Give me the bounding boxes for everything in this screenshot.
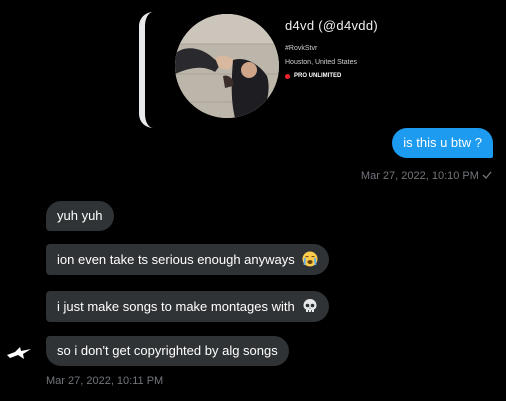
incoming-message-text: i just make songs to make montages with [57, 299, 295, 314]
check-icon [482, 171, 492, 179]
incoming-message[interactable]: i just make songs to make montages with [46, 291, 330, 322]
record-dot-icon [285, 73, 290, 79]
incoming-timestamp-text: Mar 27, 2022, 10:11 PM [46, 375, 164, 387]
loudly-crying-face-icon [302, 251, 318, 267]
profile-tag: #RovkStvr [285, 45, 318, 52]
outgoing-message[interactable]: is this u btw ? [392, 128, 493, 158]
incoming-message-text: so i don't get copyrighted by alg songs [57, 343, 278, 358]
shared-profile-card[interactable]: d4vd (@d4vdd) #RovkStvr Houston, United … [139, 12, 485, 128]
incoming-message[interactable]: yuh yuh [46, 201, 114, 231]
bird-logo-icon[interactable] [6, 346, 32, 360]
incoming-timestamp: Mar 27, 2022, 10:11 PM [46, 375, 163, 387]
profile-info: d4vd (@d4vdd) #RovkStvr Houston, United … [285, 18, 378, 79]
incoming-message-text: yuh yuh [57, 208, 103, 223]
incoming-message-text: ion even take ts serious enough anyways [57, 252, 295, 267]
profile-badge-label: PRO UNLIMITED [294, 73, 342, 79]
avatar-photo [175, 14, 279, 118]
profile-name: d4vd (@d4vdd) [285, 18, 378, 33]
outgoing-message-text: is this u btw ? [403, 135, 482, 150]
profile-avatar [175, 14, 279, 118]
skull-icon [303, 299, 317, 312]
incoming-message[interactable]: ion even take ts serious enough anyways [46, 244, 330, 275]
incoming-message[interactable]: so i don't get copyrighted by alg songs [46, 336, 289, 366]
outgoing-timestamp: Mar 27, 2022, 10:10 PM [361, 170, 492, 182]
profile-location: Houston, United States [285, 59, 357, 66]
profile-badge: PRO UNLIMITED [285, 73, 378, 79]
outgoing-timestamp-text: Mar 27, 2022, 10:10 PM [360, 170, 479, 182]
